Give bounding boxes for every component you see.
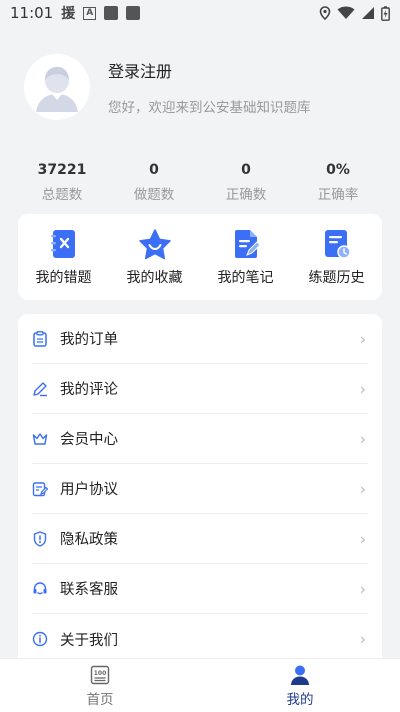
- a-notification-icon: A: [83, 6, 97, 20]
- menu-item-orders[interactable]: 我的订单 ›: [32, 314, 368, 364]
- menu-item-comments[interactable]: 我的评论 ›: [32, 364, 368, 414]
- comment-icon: [32, 381, 48, 397]
- headset-icon: [32, 581, 48, 597]
- menu-item-customer-service[interactable]: 联系客服 ›: [32, 564, 368, 614]
- tool-label: 我的错题: [35, 270, 92, 286]
- history-icon: [320, 227, 354, 261]
- chevron-right-icon: ›: [359, 329, 366, 348]
- tool-label: 练题历史: [308, 270, 365, 286]
- user-icon: [289, 664, 311, 686]
- stat-label: 总题数: [41, 187, 83, 203]
- star-icon: [138, 227, 172, 261]
- tool-history[interactable]: 练题历史: [291, 227, 382, 287]
- tool-favorites[interactable]: 我的收藏: [109, 227, 200, 287]
- tool-wrong-questions[interactable]: 我的错题: [18, 227, 109, 287]
- chevron-right-icon: ›: [359, 529, 366, 548]
- shield-icon: [32, 530, 48, 547]
- menu-label: 我的评论: [60, 382, 118, 398]
- quick-tools-card: 我的错题 我的收藏 我的笔记 练题历史: [18, 214, 382, 300]
- location-icon: [319, 6, 331, 20]
- menu-label: 隐私政策: [60, 532, 118, 548]
- stat-correct: 0 正确数: [200, 162, 292, 203]
- home-icon: 100: [89, 664, 111, 686]
- wifi-icon: [337, 6, 355, 19]
- menu-item-user-agreement[interactable]: 用户协议 ›: [32, 464, 368, 514]
- stat-value: 0: [149, 162, 159, 178]
- menu-label: 会员中心: [60, 432, 118, 448]
- battery-charging-icon: [381, 5, 390, 21]
- chevron-right-icon: ›: [359, 479, 366, 498]
- tool-label: 我的收藏: [126, 270, 183, 286]
- wrong-book-icon: [47, 227, 81, 261]
- order-icon: [32, 330, 48, 347]
- default-avatar-icon: [24, 54, 90, 120]
- nav-label: 我的: [286, 691, 314, 708]
- status-bar: 11:01 援 A: [0, 0, 400, 26]
- menu-item-privacy-policy[interactable]: 隐私政策 ›: [32, 514, 368, 564]
- welcome-text: 您好，欢迎来到公安基础知识题库: [108, 100, 311, 116]
- stats-row: 37221 总题数 0 做题数 0 正确数 0% 正确率: [16, 162, 384, 203]
- svg-text:100: 100: [94, 670, 107, 677]
- menu-list: 我的订单 › 我的评论 › 会员中心 › 用户协议 › 隐私政策 › 联系客服 …: [18, 314, 382, 674]
- stat-label: 做题数: [133, 187, 175, 203]
- tool-notes[interactable]: 我的笔记: [200, 227, 291, 287]
- stat-value: 0: [241, 162, 251, 178]
- signal-icon: [362, 7, 374, 19]
- chevron-right-icon: ›: [359, 579, 366, 598]
- avatar[interactable]: [24, 54, 90, 120]
- chevron-right-icon: ›: [359, 629, 366, 649]
- profile-header[interactable]: 登录注册 您好，欢迎来到公安基础知识题库: [24, 54, 311, 120]
- menu-label: 关于我们: [60, 632, 118, 649]
- chevron-right-icon: ›: [359, 379, 366, 398]
- tool-label: 我的笔记: [217, 270, 274, 286]
- notification-square-icon: [104, 6, 119, 20]
- chevron-right-icon: ›: [359, 429, 366, 448]
- info-icon: [32, 631, 48, 647]
- note-icon: [229, 227, 263, 261]
- nav-label: 首页: [86, 691, 114, 708]
- stat-value: 37221: [37, 162, 87, 178]
- bottom-nav: 100 首页 我的: [0, 658, 400, 712]
- crown-icon: [32, 431, 48, 447]
- login-register-link[interactable]: 登录注册: [108, 58, 311, 82]
- stat-accuracy: 0% 正确率: [292, 162, 384, 203]
- status-time: 11:01: [10, 4, 54, 22]
- stat-done: 0 做题数: [108, 162, 200, 203]
- menu-item-about-us[interactable]: 关于我们 ›: [32, 614, 368, 664]
- notification-square-icon-2: [126, 6, 141, 20]
- stat-total: 37221 总题数: [16, 162, 108, 203]
- nav-home[interactable]: 100 首页: [0, 659, 200, 712]
- stat-label: 正确率: [317, 187, 359, 203]
- stat-label: 正确数: [225, 187, 267, 203]
- menu-label: 用户协议: [60, 482, 118, 498]
- notification-glyph: 援: [61, 6, 76, 22]
- menu-label: 联系客服: [60, 582, 118, 598]
- menu-label: 我的订单: [60, 332, 118, 348]
- nav-mine[interactable]: 我的: [200, 659, 400, 712]
- agreement-icon: [32, 481, 48, 497]
- stat-value: 0%: [326, 162, 350, 178]
- menu-item-vip[interactable]: 会员中心 ›: [32, 414, 368, 464]
